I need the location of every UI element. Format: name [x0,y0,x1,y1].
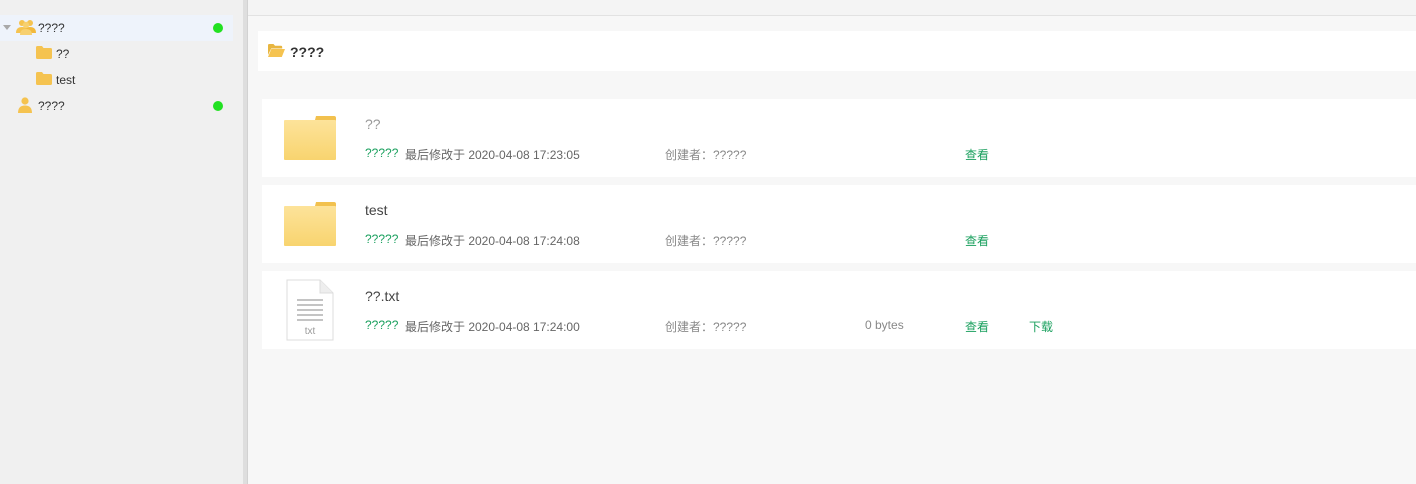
tree-node-folder[interactable]: test [0,67,233,93]
file-row[interactable]: test ????? 最后修改于 2020-04-08 17:24:08 创建者… [262,185,1416,263]
file-name[interactable]: test [365,202,388,218]
users-icon [16,20,36,35]
file-row[interactable]: txt ??.txt ????? 最后修改于 2020-04-08 17:24:… [262,271,1416,349]
file-extension-label: txt [305,326,316,337]
folder-icon [284,116,336,160]
file-owner: ????? [365,232,399,246]
file-creator: 创建者：????? [665,234,747,248]
folder-icon [36,72,52,85]
file-modified: 最后修改于 2020-04-08 17:24:08 [405,234,580,248]
page-title: ???? [290,44,325,60]
tree-node-user[interactable]: ???? [0,93,233,119]
tree-node-group[interactable]: ???? [0,15,233,41]
folder-icon [36,46,52,59]
folder-open-icon [268,44,285,57]
tree-node-label: test [56,73,76,87]
view-link[interactable]: 查看 [965,232,989,249]
folder-header: ???? [258,31,1416,71]
online-status-dot [213,23,223,33]
online-status-dot [213,101,223,111]
file-modified: 最后修改于 2020-04-08 17:23:05 [405,148,580,162]
file-size: 0 bytes [865,318,904,332]
sidebar-tree: ???? ?? test ???? [0,0,243,484]
tree-node-label: ???? [38,99,65,113]
view-link[interactable]: 查看 [965,318,989,335]
file-modified: 最后修改于 2020-04-08 17:24:00 [405,320,580,334]
file-owner: ????? [365,146,399,160]
main-panel: ???? ?? ????? 最后修改于 2020-04-08 17:23:05 … [248,0,1416,484]
app-window: ???? ?? test ???? ???? ?? ????? 最后修改于 20… [0,0,1416,484]
tree-node-folder[interactable]: ?? [0,41,233,67]
file-owner: ????? [365,318,399,332]
file-row[interactable]: ?? ????? 最后修改于 2020-04-08 17:23:05 创建者：?… [262,99,1416,177]
file-creator: 创建者：????? [665,320,747,334]
tree-node-label: ?? [56,47,70,61]
file-creator: 创建者：????? [665,148,747,162]
file-name[interactable]: ??.txt [365,288,399,304]
user-icon [18,97,32,113]
tree-node-label: ???? [38,21,65,35]
toolbar [248,0,1416,16]
view-link[interactable]: 查看 [965,146,989,163]
download-link[interactable]: 下载 [1029,318,1053,335]
file-name[interactable]: ?? [365,116,381,132]
txt-file-icon: txt [286,279,334,341]
folder-icon [284,202,336,246]
expand-caret-icon[interactable] [3,25,11,30]
